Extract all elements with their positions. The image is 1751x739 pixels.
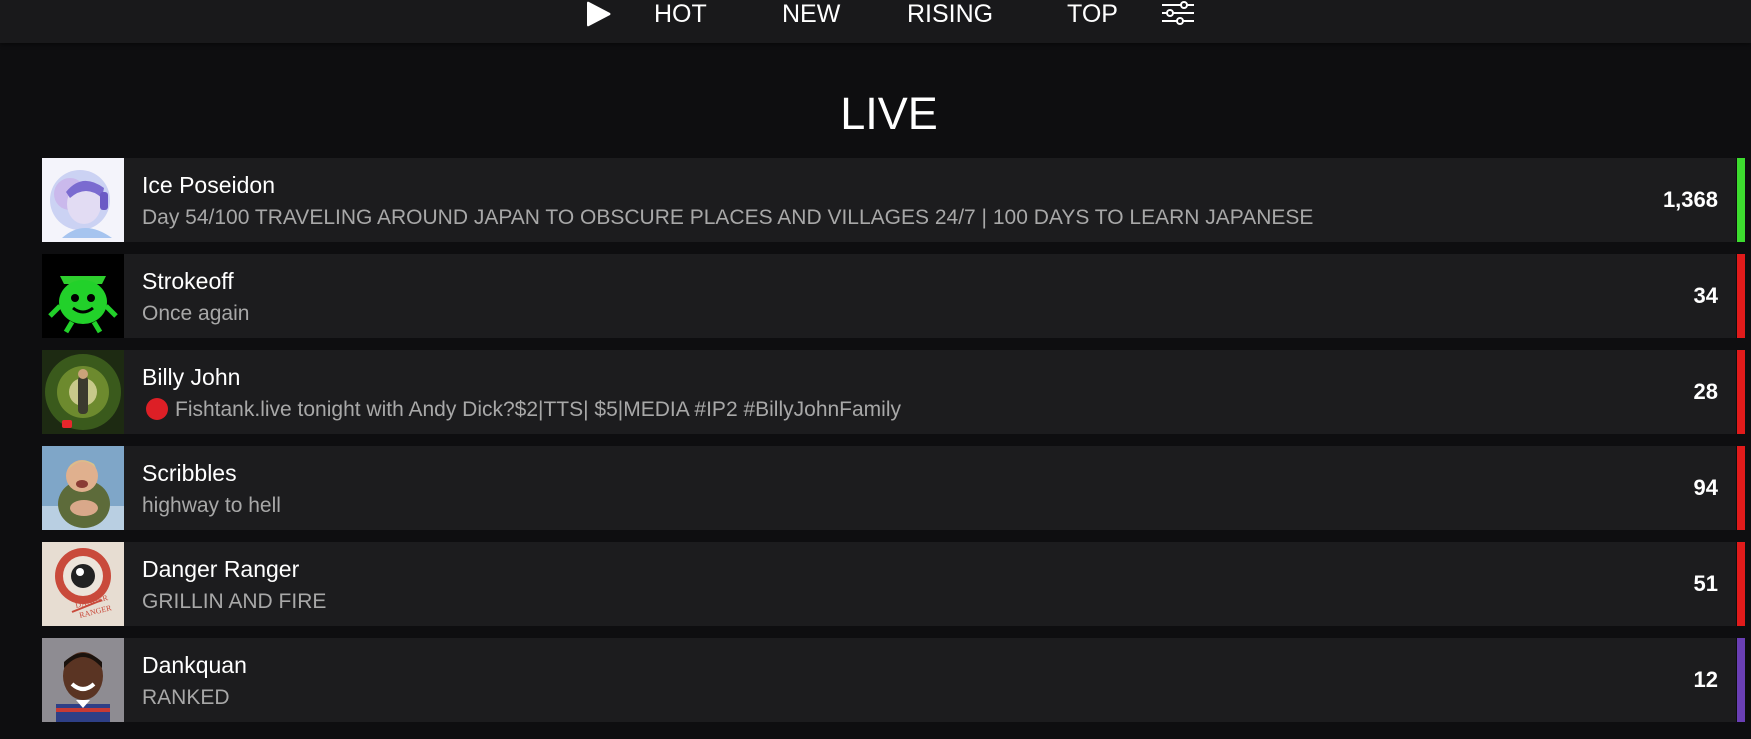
viewer-count: 51 — [1693, 571, 1718, 596]
status-indicator — [1737, 638, 1745, 722]
streamer-name[interactable]: Dankquan — [142, 652, 247, 679]
viewer-count: 12 — [1693, 667, 1718, 692]
stream-title: Day 54/100 TRAVELING AROUND JAPAN TO OBS… — [142, 206, 1314, 229]
tab-top[interactable]: TOP — [1067, 0, 1118, 28]
stream-row[interactable]: Dankquan RANKED 12 — [42, 638, 1745, 722]
streamer-name[interactable]: Ice Poseidon — [142, 172, 275, 199]
viewer-count: 34 — [1693, 283, 1718, 308]
stream-title: RANKED — [142, 686, 230, 709]
sliders-icon[interactable] — [1160, 0, 1196, 28]
stream-title: GRILLIN AND FIRE — [142, 590, 327, 613]
streamer-name[interactable]: Scribbles — [142, 460, 237, 487]
stream-title: highway to hell — [142, 494, 281, 517]
stream-row[interactable]: Strokeoff Once again 34 — [42, 254, 1745, 338]
stream-row[interactable]: DANGER RANGER Danger Ranger GRILLIN AND … — [42, 542, 1745, 626]
streamer-name[interactable]: Danger Ranger — [142, 556, 299, 583]
viewer-count: 28 — [1693, 379, 1718, 404]
status-indicator — [1737, 254, 1745, 338]
stream-thumbnail — [42, 446, 124, 530]
viewer-count: 94 — [1693, 475, 1718, 500]
tab-rising[interactable]: RISING — [907, 0, 993, 28]
stream-thumbnail: DANGER RANGER — [42, 542, 124, 626]
stream-thumbnail — [42, 158, 124, 242]
stream-thumbnail — [42, 254, 124, 338]
stream-thumbnail — [42, 350, 124, 434]
status-indicator — [1737, 158, 1745, 242]
tab-new[interactable]: NEW — [782, 0, 840, 28]
stream-title: Fishtank.live tonight with Andy Dick?$2|… — [142, 398, 901, 422]
red-circle-icon — [146, 398, 168, 420]
status-indicator — [1737, 542, 1745, 626]
streamer-name[interactable]: Strokeoff — [142, 268, 234, 295]
stream-title-text: Fishtank.live tonight with Andy Dick?$2|… — [175, 398, 902, 421]
play-icon[interactable] — [586, 1, 612, 27]
status-indicator — [1737, 350, 1745, 434]
stream-row[interactable]: Scribbles highway to hell 94 — [42, 446, 1745, 530]
streamer-name[interactable]: Billy John — [142, 364, 240, 391]
tab-hot[interactable]: HOT — [654, 0, 707, 28]
page-title: LIVE — [840, 88, 938, 139]
viewer-count: 1,368 — [1662, 187, 1718, 212]
stream-title: Once again — [142, 302, 250, 325]
stream-row[interactable]: Billy John Fishtank.live tonight with An… — [42, 350, 1745, 434]
status-indicator — [1737, 446, 1745, 530]
stream-row[interactable]: Ice Poseidon Day 54/100 TRAVELING AROUND… — [42, 158, 1745, 242]
top-nav-bar: HOT NEW RISING TOP — [0, 0, 1751, 43]
stream-list: Ice Poseidon Day 54/100 TRAVELING AROUND… — [42, 158, 1745, 734]
stream-thumbnail — [42, 638, 124, 722]
